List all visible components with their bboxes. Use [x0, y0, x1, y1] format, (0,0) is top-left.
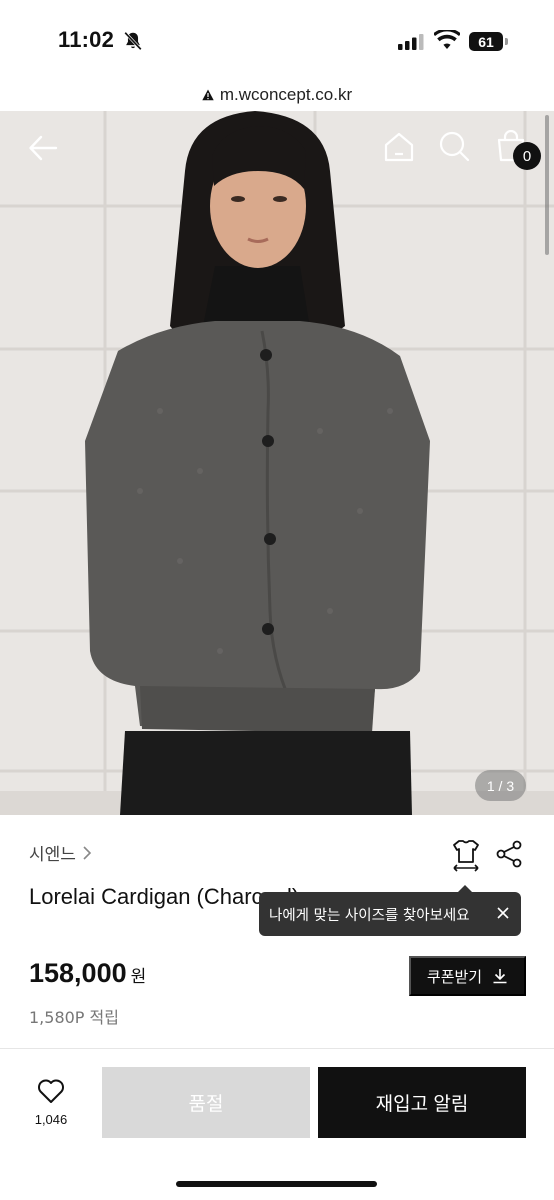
chevron-right-icon	[83, 845, 92, 860]
search-icon[interactable]	[438, 130, 470, 162]
address-bar[interactable]: m.wconcept.co.kr	[0, 80, 554, 110]
home-indicator	[176, 1181, 377, 1187]
size-guide-icon[interactable]	[450, 838, 482, 872]
price: 158,000	[29, 958, 127, 988]
product-name-visible: Lorelai Cardigan (Ch	[29, 884, 232, 909]
battery-level: 61	[469, 32, 503, 51]
price-row: 158,000 원	[29, 958, 146, 989]
battery-indicator: 61	[469, 32, 509, 51]
tooltip-text: 나에게 맞는 사이즈를 찾아보세요	[269, 907, 470, 924]
close-icon[interactable]	[495, 905, 511, 921]
currency: 원	[130, 967, 147, 987]
wishlist-button[interactable]: 1,046	[28, 1078, 74, 1134]
brand-link[interactable]: 시엔느	[29, 840, 92, 865]
image-page-indicator: 1 / 3	[475, 770, 526, 801]
cart-count-badge: 0	[513, 142, 541, 170]
size-tooltip: 나에게 맞는 사이즈를 찾아보세요	[259, 892, 521, 936]
bell-off-icon	[124, 31, 142, 51]
back-arrow-icon[interactable]	[28, 133, 58, 163]
divider	[0, 1048, 554, 1049]
soldout-button[interactable]: 품절	[102, 1067, 310, 1138]
product-photo	[0, 111, 554, 815]
download-icon	[493, 969, 507, 984]
coupon-button[interactable]: 쿠폰받기	[409, 956, 526, 996]
cellular-signal-icon	[398, 34, 424, 50]
heart-icon	[38, 1079, 64, 1103]
brand-name: 시엔느	[29, 845, 76, 865]
hero-nav-bar: 0	[0, 111, 554, 191]
status-bar: 11:02 61	[0, 0, 554, 80]
status-time: 11:02	[58, 27, 115, 52]
coupon-label: 쿠폰받기	[426, 968, 483, 986]
warning-icon	[202, 89, 214, 101]
home-icon[interactable]	[383, 131, 415, 163]
scrollbar-thumb[interactable]	[545, 115, 549, 255]
wishlist-count: 1,046	[34, 1112, 68, 1127]
battery-tip	[505, 38, 508, 45]
url-text: m.wconcept.co.kr	[219, 85, 353, 104]
reward-points: 1,580P 적립	[29, 1008, 119, 1027]
share-icon[interactable]	[495, 840, 523, 868]
restock-alert-button[interactable]: 재입고 알림	[318, 1067, 526, 1138]
wifi-icon	[434, 30, 460, 49]
product-image-carousel[interactable]: 0 1 / 3	[0, 111, 554, 815]
